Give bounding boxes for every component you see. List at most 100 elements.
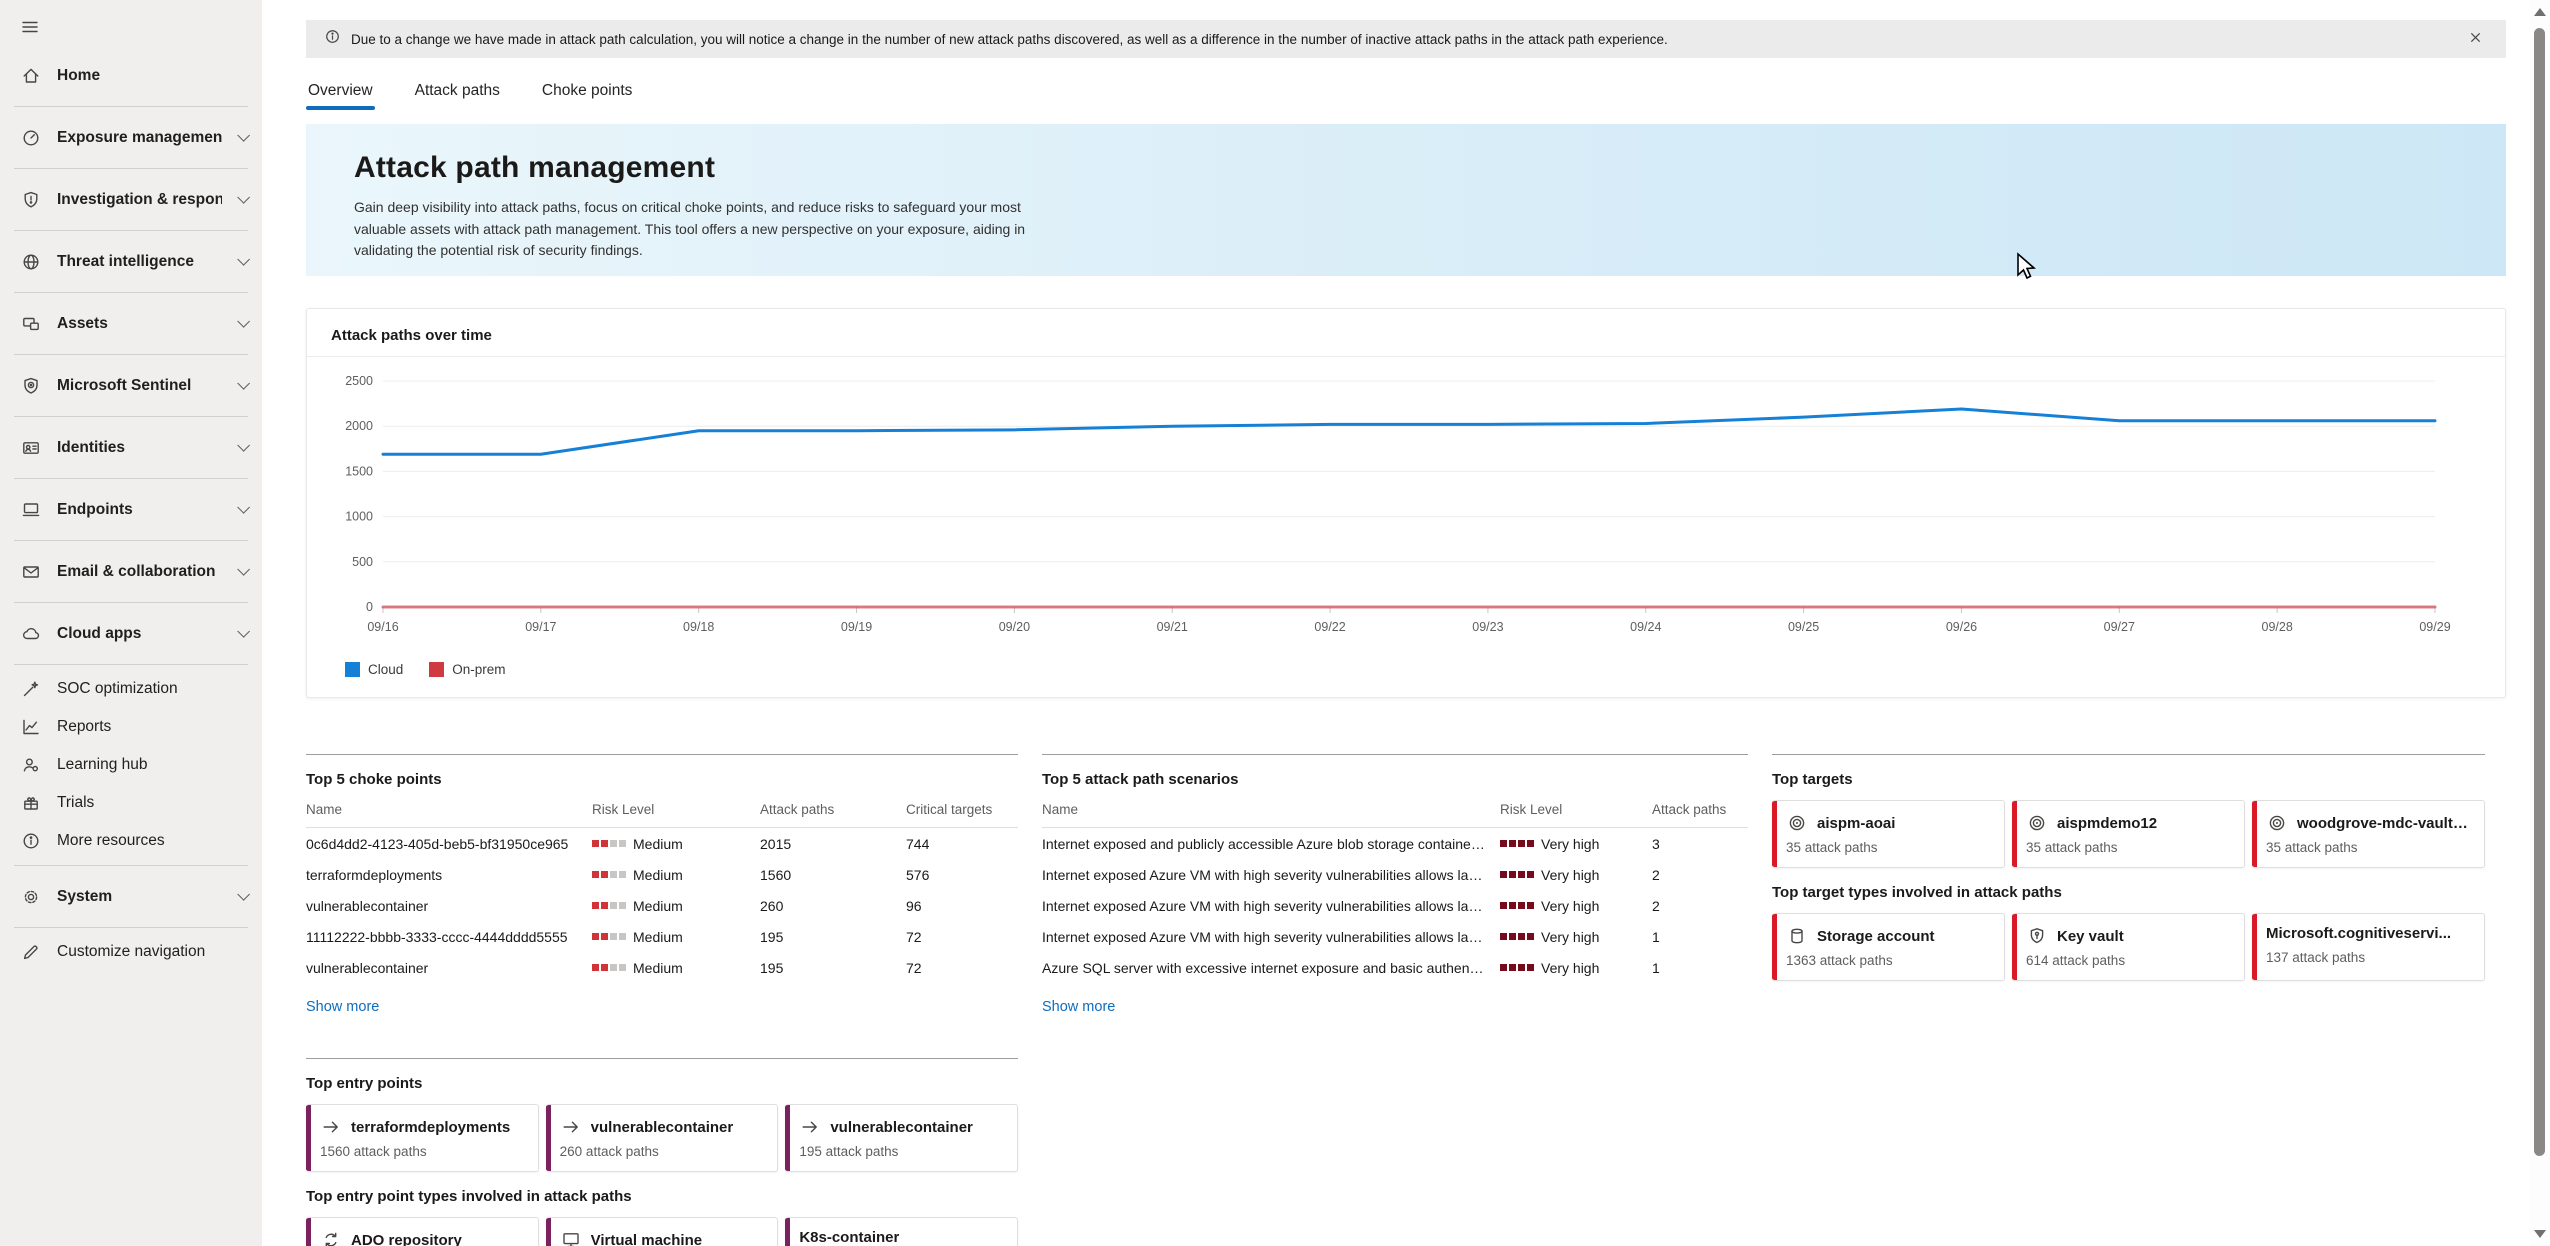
row-value: 744 bbox=[906, 836, 1018, 852]
sidebar-item-assets[interactable]: Assets bbox=[0, 298, 262, 349]
banner-close-button[interactable] bbox=[2463, 25, 2488, 53]
risk-level-label: Very high bbox=[1541, 960, 1599, 976]
summary-columns: Top 5 choke points NameRisk LevelAttack … bbox=[306, 754, 2506, 1246]
table-row[interactable]: Internet exposed and publicly accessible… bbox=[1042, 828, 1748, 859]
risk-meter-icon bbox=[592, 871, 626, 878]
sidebar-item-trials[interactable]: Trials bbox=[0, 784, 262, 822]
shield-alert-icon bbox=[20, 189, 42, 211]
table-row[interactable]: terraformdeploymentsMedium1560576 bbox=[306, 859, 1018, 890]
gauge-icon bbox=[20, 127, 42, 149]
risk-level-label: Very high bbox=[1541, 836, 1599, 852]
tab-choke-points[interactable]: Choke points bbox=[540, 76, 634, 110]
sidebar-item-reports[interactable]: Reports bbox=[0, 708, 262, 746]
sidebar-item-threat-intelligence[interactable]: Threat intelligence bbox=[0, 236, 262, 287]
tab-overview[interactable]: Overview bbox=[306, 76, 375, 110]
gear-icon bbox=[20, 886, 42, 908]
entry-point-cards: terraformdeployments1560 attack pathsvul… bbox=[306, 1104, 1018, 1172]
sidebar-item-customize-navigation[interactable]: Customize navigation bbox=[0, 933, 262, 971]
tab-attack-paths[interactable]: Attack paths bbox=[413, 76, 502, 110]
card-terraformdeployments[interactable]: terraformdeployments1560 attack paths bbox=[306, 1104, 539, 1172]
column-header: Name bbox=[1042, 802, 1500, 817]
main-content: Due to a change we have made in attack p… bbox=[262, 0, 2550, 1246]
row-value: 195 bbox=[760, 960, 906, 976]
pencil-icon bbox=[20, 941, 42, 963]
sidebar-item-cloud-apps[interactable]: Cloud apps bbox=[0, 608, 262, 659]
row-value: 2 bbox=[1652, 898, 1748, 914]
sidebar-item-label: Endpoints bbox=[57, 501, 133, 519]
sidebar-item-microsoft-sentinel[interactable]: Microsoft Sentinel bbox=[0, 360, 262, 411]
card-ado-repository[interactable]: ADO repository2210 attack paths bbox=[306, 1217, 539, 1246]
legend-label: Cloud bbox=[368, 662, 403, 677]
target-type-cards: Storage account1363 attack pathsKey vaul… bbox=[1772, 913, 2485, 981]
risk-level-label: Medium bbox=[633, 960, 683, 976]
card-title: Key vault bbox=[2057, 928, 2124, 945]
row-value: 195 bbox=[760, 929, 906, 945]
svg-text:09/24: 09/24 bbox=[1630, 620, 1661, 634]
sidebar-divider bbox=[14, 927, 248, 928]
card-title: Microsoft.cognitiveservi... bbox=[2266, 925, 2451, 942]
card-title: aispmdemo12 bbox=[2057, 815, 2157, 832]
svg-text:09/17: 09/17 bbox=[525, 620, 556, 634]
scroll-up-arrow[interactable] bbox=[2534, 8, 2546, 16]
scroll-down-arrow[interactable] bbox=[2534, 1230, 2546, 1238]
risk-level-indicator: Medium bbox=[592, 929, 760, 945]
sidebar-item-more-resources[interactable]: More resources bbox=[0, 822, 262, 860]
section-title: Top 5 attack path scenarios bbox=[1042, 771, 1748, 788]
risk-level-label: Very high bbox=[1541, 929, 1599, 945]
card-vulnerablecontainer[interactable]: vulnerablecontainer 260 attack paths bbox=[546, 1104, 779, 1172]
card-microsoft-cognitiveservi[interactable]: Microsoft.cognitiveservi... 137 attack pa… bbox=[2252, 913, 2485, 981]
sidebar-divider bbox=[14, 416, 248, 417]
sidebar-divider bbox=[14, 664, 248, 665]
table-row[interactable]: vulnerablecontainerMedium26096 bbox=[306, 890, 1018, 921]
sidebar-item-endpoints[interactable]: Endpoints bbox=[0, 484, 262, 535]
card-subtitle: 260 attack paths bbox=[560, 1144, 766, 1159]
card-virtual-machine[interactable]: Virtual machine11 attack paths bbox=[546, 1217, 779, 1246]
table-row[interactable]: 11112222-bbbb-3333-cccc-4444dddd5555Medi… bbox=[306, 921, 1018, 952]
card-accent-bar bbox=[546, 1218, 551, 1246]
show-more-link[interactable]: Show more bbox=[1042, 999, 1115, 1015]
scrollbar-thumb[interactable] bbox=[2534, 28, 2545, 1156]
sidebar-item-exposure-management[interactable]: Exposure management bbox=[0, 112, 262, 163]
sidebar-divider bbox=[14, 602, 248, 603]
sidebar-item-label: Learning hub bbox=[57, 756, 148, 774]
sidebar-item-label: System bbox=[57, 888, 112, 906]
key-vault-icon bbox=[2026, 925, 2048, 947]
table-row[interactable]: vulnerablecontainerMedium19572 bbox=[306, 952, 1018, 983]
table-row[interactable]: Internet exposed Azure VM with high seve… bbox=[1042, 890, 1748, 921]
card-aispm-aoai[interactable]: aispm-aoai35 attack paths bbox=[1772, 800, 2005, 868]
svg-text:09/19: 09/19 bbox=[841, 620, 872, 634]
card-storage-account[interactable]: Storage account1363 attack paths bbox=[1772, 913, 2005, 981]
sidebar-item-soc-optimization[interactable]: SOC optimization bbox=[0, 670, 262, 708]
card-accent-bar bbox=[2252, 801, 2257, 867]
row-value: 72 bbox=[906, 960, 1018, 976]
card-aispmdemo12[interactable]: aispmdemo1235 attack paths bbox=[2012, 800, 2245, 868]
sidebar-item-home[interactable]: Home bbox=[0, 50, 262, 101]
card-title: vulnerablecontainer bbox=[591, 1119, 734, 1136]
risk-level-indicator: Very high bbox=[1500, 898, 1652, 914]
section-title: Top 5 choke points bbox=[306, 771, 1018, 788]
risk-meter-icon bbox=[1500, 840, 1534, 847]
cloud-icon bbox=[20, 623, 42, 645]
table-row[interactable]: 0c6d4dd2-4123-405d-beb5-bf31950ce965Medi… bbox=[306, 828, 1018, 859]
sidebar-item-system[interactable]: System bbox=[0, 871, 262, 922]
entry-point-type-cards: ADO repository2210 attack pathsVirtual m… bbox=[306, 1217, 1018, 1246]
row-name: Internet exposed Azure VM with high seve… bbox=[1042, 867, 1500, 883]
card-k8s-container[interactable]: K8s-container10 attack paths bbox=[785, 1217, 1018, 1246]
show-more-link[interactable]: Show more bbox=[306, 999, 379, 1015]
sidebar-nav: Home Exposure management Investigation & r… bbox=[0, 50, 262, 971]
risk-meter-icon bbox=[1500, 964, 1534, 971]
monitor-icon bbox=[560, 1229, 582, 1246]
hamburger-menu-button[interactable] bbox=[0, 8, 262, 50]
table-row[interactable]: Azure SQL server with excessive internet… bbox=[1042, 952, 1748, 983]
sidebar-item-email-collaboration[interactable]: Email & collaboration bbox=[0, 546, 262, 597]
table-row[interactable]: Internet exposed Azure VM with high seve… bbox=[1042, 921, 1748, 952]
sidebar-item-investigation-response[interactable]: Investigation & response bbox=[0, 174, 262, 225]
sidebar-item-learning-hub[interactable]: Learning hub bbox=[0, 746, 262, 784]
sidebar-item-identities[interactable]: Identities bbox=[0, 422, 262, 473]
table-row[interactable]: Internet exposed Azure VM with high seve… bbox=[1042, 859, 1748, 890]
card-subtitle: 137 attack paths bbox=[2266, 950, 2472, 965]
card-vulnerablecontainer[interactable]: vulnerablecontainer195 attack paths bbox=[785, 1104, 1018, 1172]
card-woodgrove-mdc-vault-d[interactable]: woodgrove-mdc-vault-d...35 attack paths bbox=[2252, 800, 2485, 868]
column-header: Name bbox=[306, 802, 592, 817]
card-key-vault[interactable]: Key vault614 attack paths bbox=[2012, 913, 2245, 981]
